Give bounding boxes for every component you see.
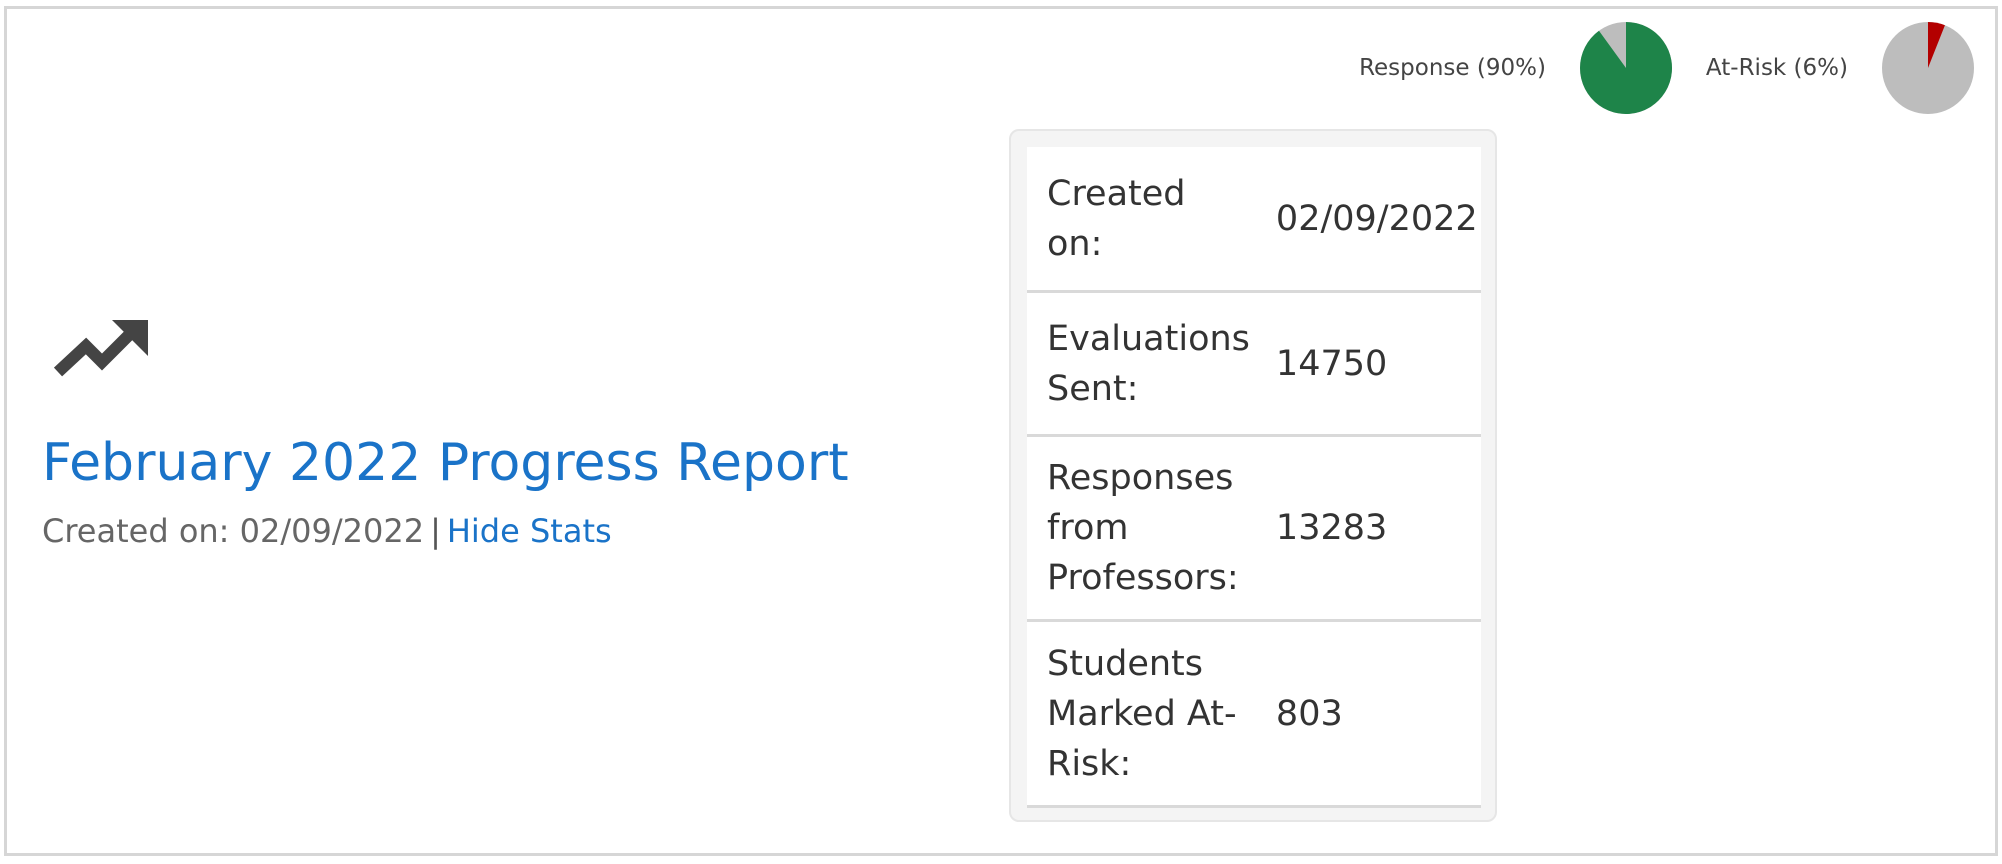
response-pie-group: Response (90%) (1359, 22, 1672, 114)
stats-value: 13283 (1259, 435, 1481, 622)
stats-label: Evaluations Sent: (1027, 291, 1260, 437)
created-on-text: Created on: 02/09/2022 (42, 512, 425, 550)
stats-card: Created on: 02/09/2022 Evaluations Sent:… (1009, 129, 1497, 822)
trending-up-icon (53, 320, 148, 377)
stats-label: Students Marked At-Risk: (1027, 620, 1260, 808)
response-pie-label: Response (90%) (1359, 55, 1546, 81)
stats-row-created: Created on: 02/09/2022 (1027, 147, 1481, 293)
stats-row-responses: Responses from Professors: 13283 (1027, 435, 1481, 622)
at-risk-pie-chart (1882, 22, 1974, 114)
summary-pies: Response (90%) At-Risk (6%) (1359, 22, 1974, 114)
stats-label: Created on: (1027, 147, 1260, 293)
at-risk-pie-label: At-Risk (6%) (1705, 55, 1848, 81)
stats-value: 14750 (1259, 291, 1481, 437)
stats-table: Created on: 02/09/2022 Evaluations Sent:… (1027, 147, 1481, 808)
hide-stats-link[interactable]: Hide Stats (447, 512, 612, 550)
stats-value: 803 (1259, 620, 1481, 808)
stats-value: 02/09/2022 (1259, 147, 1481, 293)
stats-row-at-risk: Students Marked At-Risk: 803 (1027, 620, 1481, 808)
report-meta: Created on: 02/09/2022 | Hide Stats (42, 512, 612, 550)
stats-label: Responses from Professors: (1027, 435, 1260, 622)
response-pie-chart (1579, 22, 1672, 114)
report-panel (4, 6, 1998, 856)
stats-row-evaluations-sent: Evaluations Sent: 14750 (1027, 291, 1481, 437)
report-title[interactable]: February 2022 Progress Report (42, 432, 849, 494)
response-pie-slice (1579, 22, 1672, 114)
at-risk-pie-group: At-Risk (6%) (1706, 22, 1974, 114)
meta-separator: | (430, 512, 441, 550)
